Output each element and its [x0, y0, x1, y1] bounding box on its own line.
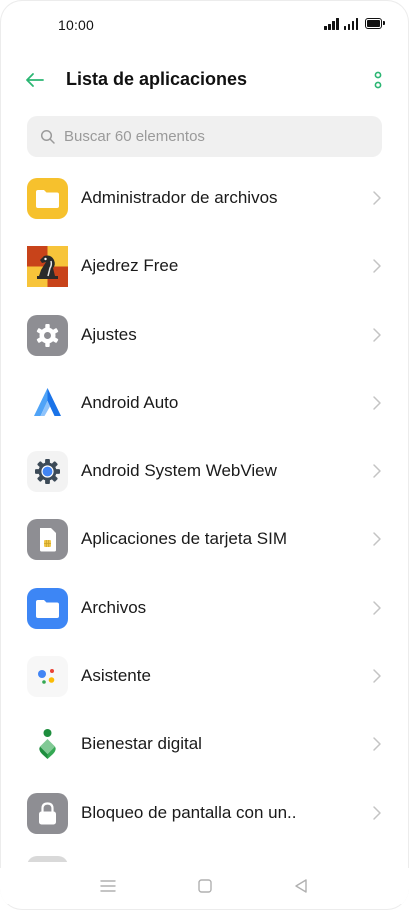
- app-name: Asistente: [81, 666, 151, 686]
- list-item[interactable]: Ajedrez Free: [0, 232, 409, 300]
- list-item[interactable]: Archivos: [0, 574, 409, 642]
- app-name: Bloqueo de pantalla con un..: [81, 802, 297, 822]
- chevron-right-icon: [373, 464, 381, 478]
- status-bar: 10:00: [0, 0, 409, 50]
- chevron-right-icon: [373, 191, 381, 205]
- app-name: Bienestar digital: [81, 734, 202, 754]
- list-item[interactable]: Administrador de archivos: [0, 164, 409, 232]
- signal-icon: [324, 18, 339, 30]
- search-input[interactable]: [64, 128, 354, 145]
- webview-gear-icon: [27, 451, 68, 493]
- settings-gear-icon: [27, 314, 68, 356]
- chevron-right-icon: [373, 532, 381, 547]
- app-list: Administrador de archivos Ajedrez Free A…: [0, 164, 409, 847]
- app-name: Aplicaciones de tarjeta SIM: [81, 529, 287, 549]
- home-icon[interactable]: [196, 877, 214, 895]
- back-triangle-icon[interactable]: [292, 877, 310, 895]
- folder-blue-icon: [27, 587, 68, 629]
- chevron-right-icon: [373, 669, 381, 683]
- back-button[interactable]: [22, 66, 50, 94]
- page-title: Lista de aplicaciones: [66, 69, 248, 89]
- android-auto-icon: [27, 383, 68, 424]
- app-name: Ajustes: [81, 324, 137, 344]
- chevron-right-icon: [373, 259, 381, 274]
- app-name: Administrador de archivos: [81, 188, 278, 207]
- screen: 10:00 Lista de aplicaciones Buscar 60 el…: [0, 0, 409, 910]
- list-item[interactable]: Android Auto: [0, 369, 409, 437]
- digital-wellbeing-icon: [27, 724, 68, 765]
- chevron-right-icon: [373, 327, 381, 342]
- list-item[interactable]: Android System WebView: [0, 437, 409, 505]
- chevron-right-icon: [373, 396, 381, 410]
- app-name: Archivos: [81, 597, 147, 617]
- battery-icon: [365, 18, 385, 29]
- more-vertical-icon: [374, 71, 382, 89]
- folder-yellow-icon: [27, 178, 68, 219]
- navigation-bar: [0, 868, 409, 904]
- assistant-icon: [27, 656, 68, 698]
- list-item[interactable]: Aplicaciones de tarjeta SIM: [0, 505, 409, 573]
- status-icons: [324, 18, 385, 30]
- chess-icon: [27, 246, 68, 288]
- chevron-right-icon: [373, 805, 381, 820]
- list-item[interactable]: Asistente: [0, 642, 409, 710]
- menu-icon[interactable]: [99, 877, 117, 895]
- signal-icon: [343, 18, 358, 30]
- chevron-right-icon: [373, 737, 381, 752]
- header: Lista de aplicaciones: [0, 58, 409, 102]
- app-name: Android System WebView: [81, 461, 277, 481]
- partial-app-icon: [27, 856, 68, 862]
- lock-icon: [27, 792, 68, 834]
- sim-card-icon: [27, 519, 68, 561]
- list-item[interactable]: Bloqueo de pantalla con un..: [0, 779, 409, 847]
- search-icon: [40, 129, 55, 144]
- back-arrow-icon: [26, 73, 44, 87]
- app-name: Android Auto: [81, 392, 179, 412]
- search-bar[interactable]: [27, 116, 382, 157]
- app-name: Ajedrez Free: [81, 256, 179, 276]
- more-options-button[interactable]: [368, 66, 388, 94]
- chevron-right-icon: [373, 601, 381, 615]
- list-item[interactable]: Ajustes: [0, 301, 409, 369]
- status-time: 10:00: [58, 17, 95, 33]
- list-item[interactable]: Bienestar digital: [0, 710, 409, 778]
